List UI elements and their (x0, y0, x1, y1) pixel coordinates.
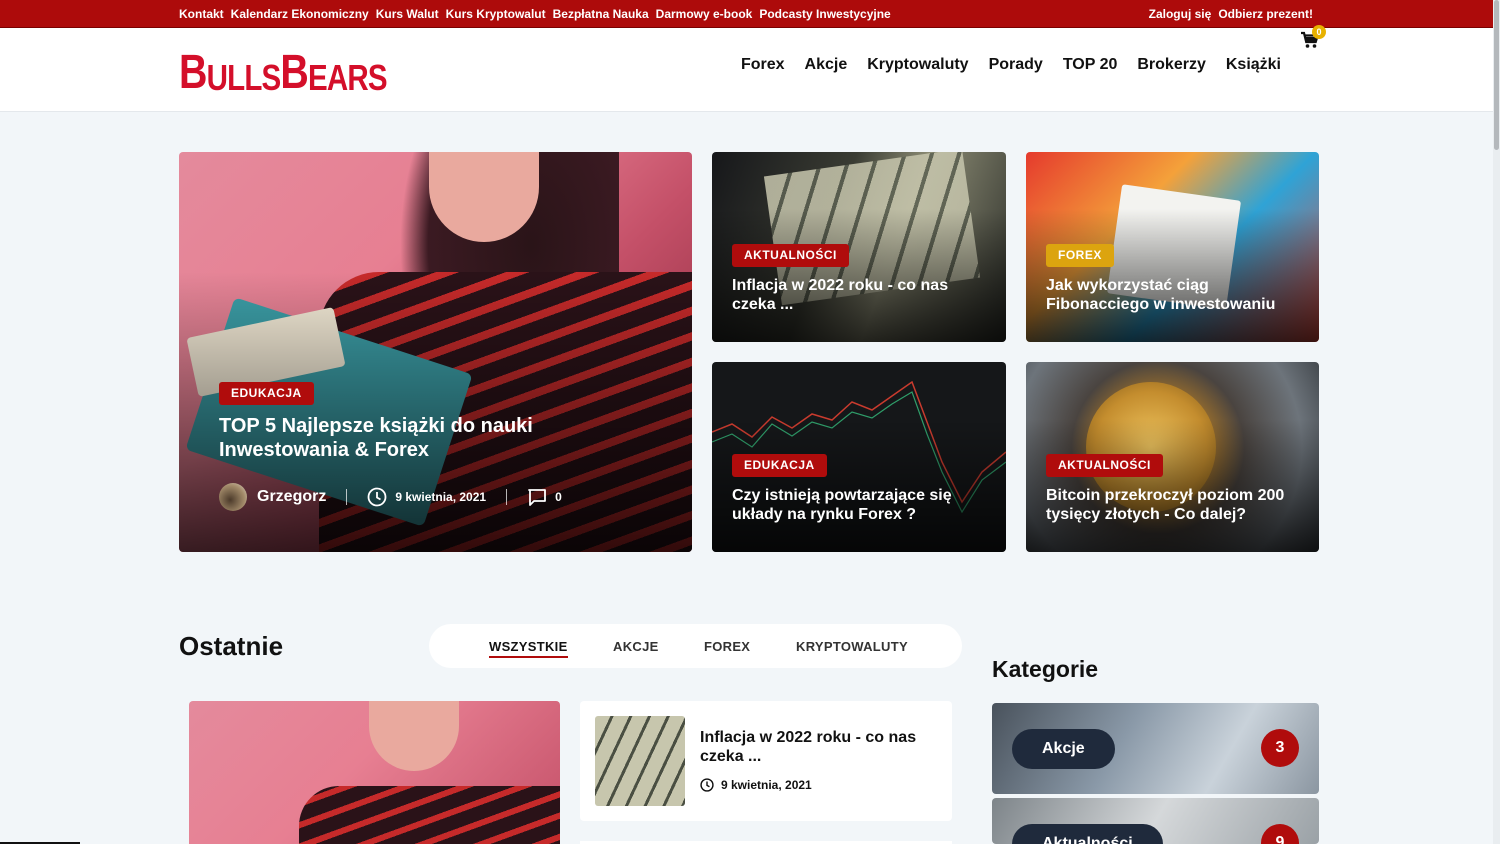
category-name[interactable]: Aktualności (1012, 824, 1163, 844)
category-badge[interactable]: EDUKACJA (219, 382, 314, 405)
nav-ksiazki[interactable]: Książki (1226, 56, 1281, 74)
categories-title: Kategorie (992, 656, 1099, 682)
hero-card-fibonacci[interactable]: FOREX Jak wykorzystać ciąg Fibonacciego … (1026, 152, 1319, 342)
category-count: 9 (1261, 824, 1299, 844)
category-count: 3 (1261, 729, 1299, 767)
logo-letter: B (179, 46, 207, 99)
post-thumbnail[interactable] (595, 716, 685, 806)
topbar-link-ebook[interactable]: Darmowy e-book (656, 7, 753, 21)
logo-letter: B (280, 46, 309, 99)
clock-icon (367, 487, 387, 507)
login-link[interactable]: Zaloguj się (1149, 7, 1212, 21)
hero-card-title[interactable]: Inflacja w 2022 roku - co nas czeka ... (732, 276, 992, 314)
tab-akcje[interactable]: AKCJE (613, 639, 659, 654)
tab-kryptowaluty[interactable]: KRYPTOWALUTY (796, 639, 908, 654)
category-badge[interactable]: EDUKACJA (732, 454, 827, 477)
topbar-link-kurs-kryptowalut[interactable]: Kurs Kryptowalut (446, 7, 546, 21)
gift-link[interactable]: Odbierz prezent! (1218, 7, 1313, 21)
topbar-link-kurs-walut[interactable]: Kurs Walut (376, 7, 439, 21)
top-bar-account: Zaloguj się Odbierz prezent! (1149, 0, 1313, 28)
category-card-aktualnosci[interactable]: Aktualności 9 (992, 798, 1319, 844)
post-title[interactable]: Inflacja w 2022 roku - co nas czeka ... (700, 728, 930, 766)
nav-forex[interactable]: Forex (741, 56, 785, 74)
nav-top20[interactable]: TOP 20 (1063, 56, 1118, 74)
photo-face (369, 701, 459, 771)
scrollbar-thumb[interactable] (1494, 0, 1499, 150)
comment-count[interactable]: 0 (555, 490, 562, 504)
site-header: B ULLS B EARS Forex Akcje Kryptowaluty Pora… (0, 28, 1500, 112)
page-scrollbar[interactable] (1493, 0, 1500, 844)
author-name[interactable]: Grzegorz (257, 488, 326, 506)
category-badge[interactable]: AKTUALNOŚCI (732, 244, 849, 267)
topbar-link-podcasty[interactable]: Podcasty Inwestycyjne (759, 7, 890, 21)
hero-card-forex-patterns[interactable]: EDUKACJA Czy istnieją powtarzające się u… (712, 362, 1006, 552)
top-bar-links: Kontakt Kalendarz Ekonomiczny Kurs Walut… (179, 0, 891, 28)
category-badge[interactable]: FOREX (1046, 244, 1114, 267)
post-date: 9 kwietnia, 2021 (395, 490, 487, 504)
nav-porady[interactable]: Porady (989, 56, 1043, 74)
tab-forex[interactable]: FOREX (704, 639, 750, 654)
comment-icon (528, 489, 546, 506)
top-bar: Kontakt Kalendarz Ekonomiczny Kurs Walut… (0, 0, 1500, 28)
author-avatar[interactable] (219, 483, 247, 511)
logo-text: ULLS (206, 57, 282, 98)
topbar-link-nauka[interactable]: Bezpłatna Nauka (553, 7, 649, 21)
category-badge[interactable]: AKTUALNOŚCI (1046, 454, 1163, 477)
category-card-akcje[interactable]: Akcje 3 (992, 703, 1319, 794)
featured-post-meta: Grzegorz 9 kwietnia, 2021 0 (219, 483, 562, 511)
main-nav: Forex Akcje Kryptowaluty Porady TOP 20 B… (741, 56, 1281, 74)
hero-card-title[interactable]: Jak wykorzystać ciąg Fibonacciego w inwe… (1046, 276, 1306, 314)
hero-card-bitcoin[interactable]: AKTUALNOŚCI Bitcoin przekroczył poziom 2… (1026, 362, 1319, 552)
meta-divider (346, 489, 348, 505)
nav-brokerzy[interactable]: Brokerzy (1137, 56, 1205, 74)
topbar-link-kalendarz[interactable]: Kalendarz Ekonomiczny (231, 7, 369, 21)
post-date: 9 kwietnia, 2021 (721, 778, 812, 792)
meta-divider (506, 489, 508, 505)
latest-post-card[interactable]: Inflacja w 2022 roku - co nas czeka ... … (580, 701, 952, 821)
logo-text: EARS (308, 57, 388, 98)
post-date-row: 9 kwietnia, 2021 (700, 778, 812, 792)
latest-tabs: WSZYSTKIE AKCJE FOREX KRYPTOWALUTY (429, 624, 962, 668)
latest-featured-thumbnail[interactable] (189, 701, 560, 844)
clock-icon (700, 778, 714, 792)
tab-all[interactable]: WSZYSTKIE (489, 639, 568, 658)
hero-card-inflation[interactable]: AKTUALNOŚCI Inflacja w 2022 roku - co na… (712, 152, 1006, 342)
nav-kryptowaluty[interactable]: Kryptowaluty (867, 56, 968, 74)
photo-shirt (299, 786, 560, 844)
hero-card-title[interactable]: Czy istnieją powtarzające się układy na … (732, 486, 992, 524)
site-logo[interactable]: B ULLS B EARS (179, 45, 388, 99)
category-name[interactable]: Akcje (1012, 729, 1115, 769)
latest-section-title: Ostatnie (179, 631, 284, 661)
featured-post-title[interactable]: TOP 5 Najlepsze książki do nauki Inwesto… (219, 414, 659, 462)
nav-akcje[interactable]: Akcje (805, 56, 848, 74)
cart-count-badge: 0 (1312, 25, 1326, 39)
hero-card-title[interactable]: Bitcoin przekroczył poziom 200 tysięcy z… (1046, 486, 1306, 524)
topbar-link-kontakt[interactable]: Kontakt (179, 7, 224, 21)
